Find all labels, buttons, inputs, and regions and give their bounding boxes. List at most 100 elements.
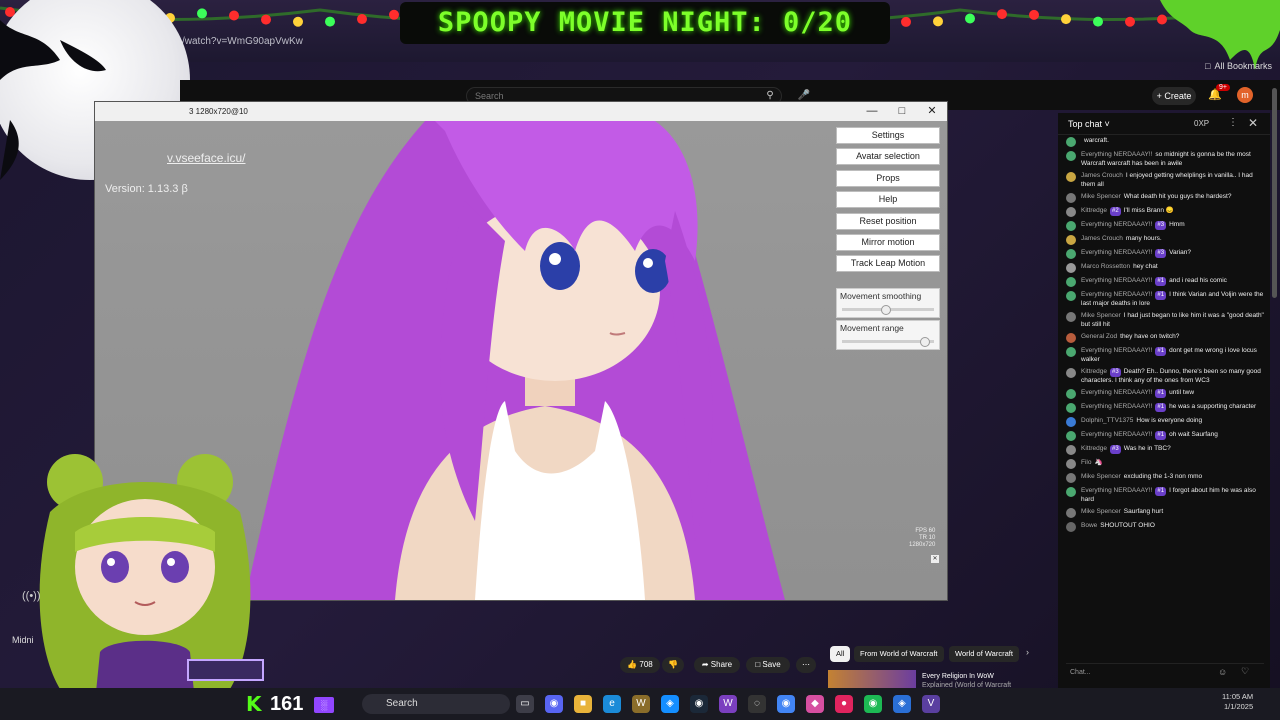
chat-message[interactable]: Everything NERDAAAY!! so midnight is gonn…	[1066, 151, 1264, 168]
chat-author[interactable]: Mike Spencer	[1081, 193, 1121, 200]
chat-author[interactable]: Everything NERDAAAY!!	[1081, 389, 1152, 396]
chat-author[interactable]: Everything NERDAAAY!!	[1081, 277, 1152, 284]
chat-author[interactable]: Filo	[1081, 459, 1091, 466]
chat-author[interactable]: Everything NERDAAAY!!	[1081, 347, 1152, 354]
chat-message[interactable]: warcraft.	[1066, 137, 1264, 147]
avatar[interactable]	[1066, 249, 1076, 259]
spotify-icon[interactable]: ◉	[864, 695, 882, 713]
avatar[interactable]	[1066, 291, 1076, 301]
chat-message[interactable]: Mike Spencer excluding the 1-3 non mmo	[1066, 473, 1264, 483]
chat-message[interactable]: Everything NERDAAAY!! #1 oh wait Saurfang	[1066, 431, 1264, 441]
avatar[interactable]	[1066, 312, 1076, 322]
chat-message[interactable]: Mike Spencer What death hit you guys the …	[1066, 193, 1264, 203]
vseeface-app-icon[interactable]: W	[719, 695, 737, 713]
chat-message[interactable]: Everything NERDAAAY!! #1 I think Varian an…	[1066, 291, 1264, 308]
account-avatar[interactable]: m	[1237, 87, 1253, 103]
minimize-icon[interactable]: —	[857, 102, 887, 121]
chat-message[interactable]: Everything NERDAAAY!! #1 he was a supporti…	[1066, 403, 1264, 413]
avatar[interactable]	[1066, 403, 1076, 413]
app-icon[interactable]: ◆	[806, 695, 824, 713]
chevron-right-icon[interactable]: ›	[1026, 647, 1029, 657]
chat-author[interactable]: Mike Spencer	[1081, 312, 1121, 319]
chrome-icon[interactable]: ◉	[777, 695, 795, 713]
chip-from-world-of-warcraft[interactable]: From World of Warcraft	[854, 646, 944, 662]
avatar[interactable]	[1066, 207, 1076, 217]
chat-author[interactable]: Marco Rossetton	[1081, 263, 1130, 270]
chat-author[interactable]: Bowe	[1081, 522, 1097, 529]
avatar[interactable]	[1066, 473, 1076, 483]
avatar[interactable]	[1066, 445, 1076, 455]
avatar[interactable]	[1066, 389, 1076, 399]
top-chat-dropdown[interactable]: Top chat	[1068, 119, 1102, 129]
chat-input[interactable]: Chat...	[1066, 663, 1264, 681]
chat-author[interactable]: Everything NERDAAAY!!	[1081, 221, 1152, 228]
taskbar-search[interactable]: Search	[362, 694, 510, 714]
chat-message[interactable]: Mike Spencer I had just began to like him…	[1066, 312, 1264, 329]
chat-author[interactable]: Everything NERDAAAY!!	[1081, 431, 1152, 438]
chat-message[interactable]: Marco Rossetton hey chat	[1066, 263, 1264, 273]
more-options-icon[interactable]: ⋮	[1228, 117, 1238, 128]
chat-message[interactable]: Everything NERDAAAY!! #3 Varian?	[1066, 249, 1264, 259]
avatar[interactable]	[1066, 263, 1076, 273]
avatar[interactable]	[1066, 522, 1076, 532]
avatar[interactable]	[1066, 333, 1076, 343]
twitch-icon[interactable]: ░	[314, 697, 334, 713]
chat-author[interactable]: Everything NERDAAAY!!	[1081, 291, 1152, 298]
chat-message[interactable]: James Crouch many hours.	[1066, 235, 1264, 245]
chat-author[interactable]: Everything NERDAAAY!!	[1081, 403, 1152, 410]
chat-message[interactable]: Everything NERDAAAY!! #1 I forgot about hi…	[1066, 487, 1264, 504]
avatar[interactable]	[1066, 431, 1076, 441]
chat-message[interactable]: Dolphin_TTV1375 How is everyone doing	[1066, 417, 1264, 427]
chat-author[interactable]: Kittredge	[1081, 207, 1107, 214]
all-bookmarks[interactable]: □ All Bookmarks	[1205, 61, 1272, 71]
close-icon[interactable]: ✕	[931, 555, 939, 563]
vseeface-taskbar-icon[interactable]: V	[922, 695, 940, 713]
chat-author[interactable]: James Crouch	[1081, 172, 1123, 179]
chat-author[interactable]: Mike Spencer	[1081, 473, 1121, 480]
avatar[interactable]	[1066, 151, 1076, 161]
track-leap-motion-button[interactable]: Track Leap Motion	[836, 255, 940, 273]
task-view-icon[interactable]: ▭	[516, 695, 534, 713]
mirror-motion-button[interactable]: Mirror motion	[836, 233, 940, 251]
file-explorer-icon[interactable]: ■	[574, 695, 592, 713]
heart-icon[interactable]: ♡	[1241, 666, 1249, 677]
chat-author[interactable]: James Crouch	[1081, 235, 1123, 242]
battlenet-icon[interactable]: ◈	[661, 695, 679, 713]
settings-button[interactable]: Settings	[836, 127, 940, 144]
chat-author[interactable]: Mike Spencer	[1081, 508, 1121, 515]
chat-author[interactable]: Dolphin_TTV1375	[1081, 417, 1133, 424]
avatar[interactable]	[1066, 417, 1076, 427]
chat-message-list[interactable]: warcraft. Everything NERDAAAY!! so midnigh…	[1058, 137, 1270, 652]
steam-icon[interactable]: ◉	[690, 695, 708, 713]
recommended-video[interactable]: Every Religion In WoW Explained (World o…	[828, 670, 1048, 690]
chat-message[interactable]: Kittredge #3 Was he in TBC?	[1066, 445, 1264, 455]
more-actions-button[interactable]: ⋯	[796, 657, 816, 673]
system-clock[interactable]: 11:05 AM 1/1/2025	[1222, 692, 1253, 712]
save-button[interactable]: □ Save	[746, 657, 790, 673]
chat-message[interactable]: Everything NERDAAAY!! #1 and i read his co…	[1066, 277, 1264, 287]
chip-all[interactable]: All	[830, 646, 851, 662]
chat-message[interactable]: Bowe SHOUTOUT OHIO	[1066, 522, 1264, 532]
emoji-icon[interactable]: ☺	[1218, 667, 1227, 677]
share-button[interactable]: ➦ Share	[694, 657, 740, 673]
obs-icon[interactable]: ◌	[748, 695, 766, 713]
wow-icon[interactable]: W	[632, 695, 650, 713]
like-button[interactable]: 👍 708	[620, 657, 660, 673]
avatar[interactable]	[1066, 137, 1076, 147]
avatar[interactable]	[1066, 277, 1076, 287]
discord-icon[interactable]: ◉	[545, 695, 563, 713]
chat-author[interactable]: Kittredge	[1081, 445, 1107, 452]
chat-message[interactable]: Kittredge #3 Death? Eh.. Dunno, there's be…	[1066, 368, 1264, 385]
avatar-selection-button[interactable]: Avatar selection	[836, 148, 940, 166]
reset-position-button[interactable]: Reset position	[836, 212, 940, 230]
avatar[interactable]	[1066, 487, 1076, 497]
chat-message[interactable]: General Zod they have on twitch?	[1066, 333, 1264, 343]
chat-message[interactable]: James Crouch I enjoyed getting whelplings…	[1066, 172, 1264, 189]
close-icon[interactable]: ✕	[917, 102, 947, 121]
create-button[interactable]: + Create	[1152, 87, 1196, 105]
chat-author[interactable]: Everything NERDAAAY!!	[1081, 487, 1152, 494]
vseeface-website-link[interactable]: v.vseeface.icu/	[167, 151, 245, 165]
maximize-icon[interactable]: □	[887, 102, 917, 121]
chat-author[interactable]: Everything NERDAAAY!!	[1081, 151, 1152, 158]
avatar[interactable]	[1066, 368, 1076, 378]
